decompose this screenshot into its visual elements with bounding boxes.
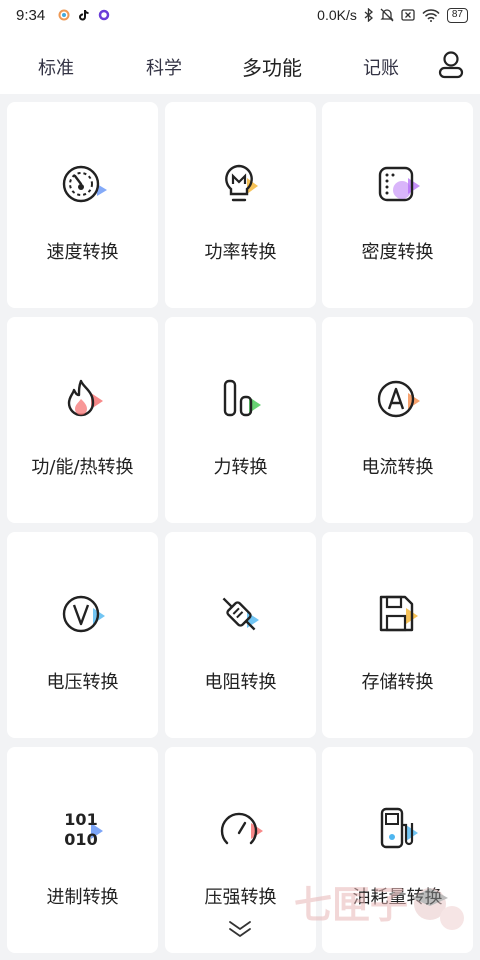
ampere-icon xyxy=(377,380,420,418)
card-energy[interactable]: 功/能/热转换 xyxy=(7,317,158,523)
speedometer-icon xyxy=(62,165,107,203)
card-base[interactable]: 101 010 进制转换 xyxy=(7,747,158,953)
card-label: 电阻转换 xyxy=(204,672,277,693)
card-density[interactable]: 密度转换 xyxy=(322,102,473,308)
resistor-icon xyxy=(222,597,259,631)
tab-scientific[interactable]: 科学 xyxy=(146,54,182,80)
bulb-icon xyxy=(224,164,258,202)
card-power[interactable]: 功率转换 xyxy=(165,102,316,308)
status-indicators: 0.0K/s 87 xyxy=(317,7,468,23)
card-force[interactable]: 力转换 xyxy=(165,317,316,523)
card-storage[interactable]: 存储转换 xyxy=(322,532,473,738)
wifi-icon xyxy=(422,8,440,22)
sim-off-icon xyxy=(401,9,415,21)
voltage-icon xyxy=(62,595,105,633)
card-label: 功/能/热转换 xyxy=(31,457,134,478)
chevron-down-icon[interactable] xyxy=(226,920,254,938)
app-notification-icon xyxy=(58,9,70,21)
binary-icon: 101 010 xyxy=(64,810,103,849)
card-label: 存储转换 xyxy=(361,672,434,693)
card-voltage[interactable]: 电压转换 xyxy=(7,532,158,738)
bluetooth-icon xyxy=(364,8,373,22)
status-bar: 9:34 0.0K/s 87 xyxy=(0,0,480,34)
watermark-logo: 七匣子 xyxy=(294,883,464,930)
floppy-icon xyxy=(379,595,418,632)
card-label: 电压转换 xyxy=(46,672,119,693)
battery-icon: 87 xyxy=(446,7,468,23)
tab-multifunction[interactable]: 多功能 xyxy=(242,52,302,81)
card-label: 密度转换 xyxy=(361,242,434,263)
notification-icons xyxy=(58,9,110,22)
mute-bell-icon xyxy=(380,8,394,22)
card-label: 功率转换 xyxy=(204,242,277,263)
card-label: 电流转换 xyxy=(361,457,434,478)
card-label: 力转换 xyxy=(213,457,268,478)
flame-icon xyxy=(67,379,103,417)
force-icon xyxy=(223,379,261,417)
gauge-icon xyxy=(220,812,263,845)
user-icon[interactable] xyxy=(437,50,465,80)
status-time: 9:34 xyxy=(16,7,46,24)
card-current[interactable]: 电流转换 xyxy=(322,317,473,523)
card-resistance[interactable]: 电阻转换 xyxy=(165,532,316,738)
watermark-text: 七匣子 xyxy=(294,883,408,927)
tab-bookkeeping[interactable]: 记账 xyxy=(363,54,399,80)
binary-line-1: 101 xyxy=(64,810,97,829)
network-speed: 0.0K/s xyxy=(317,7,357,23)
tiktok-icon xyxy=(79,9,89,21)
density-icon xyxy=(378,166,420,202)
app-notification-icon-2 xyxy=(98,9,110,21)
card-label: 速度转换 xyxy=(46,242,119,263)
tab-standard[interactable]: 标准 xyxy=(38,54,74,80)
binary-line-2: 010 xyxy=(64,830,97,849)
fuel-icon xyxy=(380,807,418,849)
card-label: 进制转换 xyxy=(46,887,119,908)
card-speed[interactable]: 速度转换 xyxy=(7,102,158,308)
tab-bar: 标准 科学 多功能 记账 xyxy=(0,34,480,94)
